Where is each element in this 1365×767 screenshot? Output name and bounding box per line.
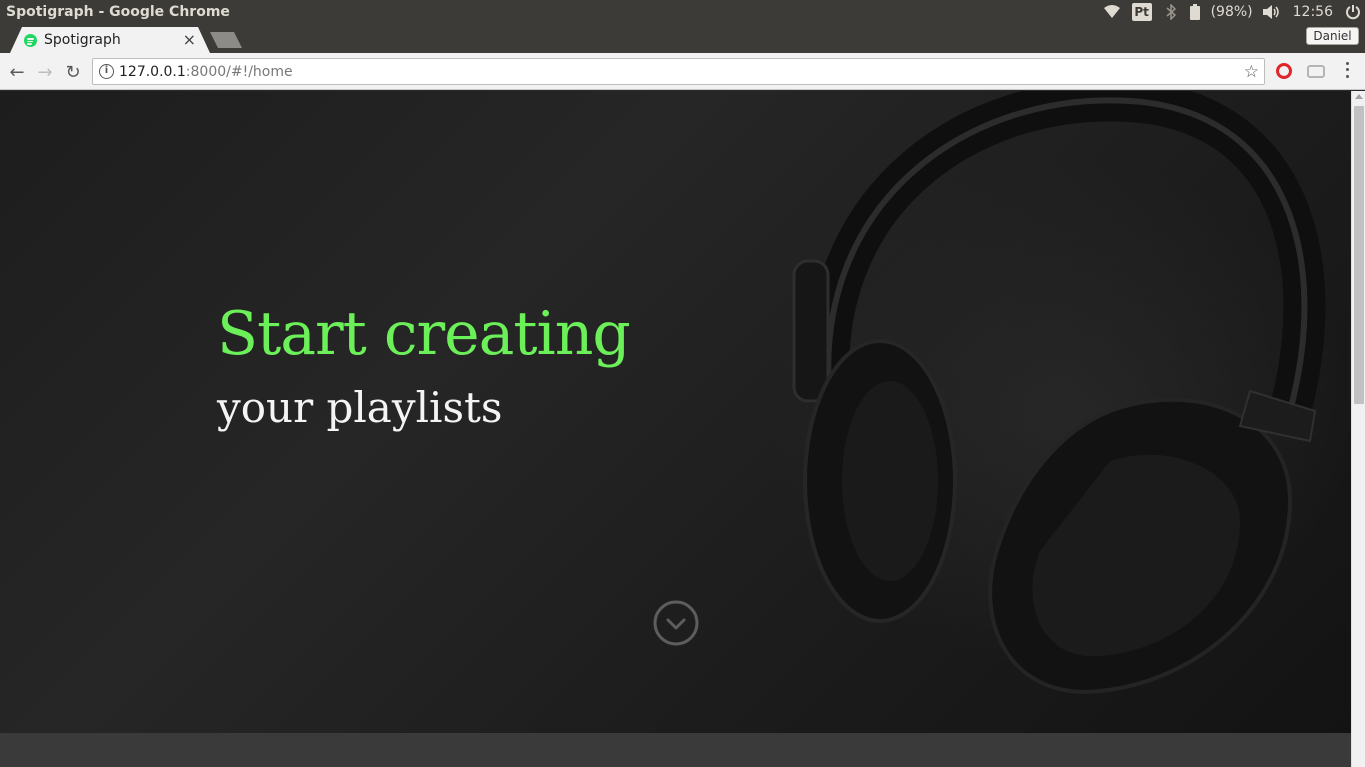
keyboard-layout-indicator[interactable]: Pt [1127, 0, 1157, 24]
window-title: Spotigraph - Google Chrome [6, 4, 230, 20]
clock[interactable]: 12:56 [1285, 0, 1341, 24]
tab-close-icon[interactable]: × [183, 30, 196, 49]
hero-title: Start creating [217, 299, 631, 369]
wifi-icon[interactable] [1097, 0, 1127, 24]
chrome-menu-icon[interactable] [1342, 60, 1352, 80]
url-path: :8000/#!/home [185, 64, 293, 80]
browser-toolbar: ← → ↻ i 127.0.0.1:8000/#!/home ☆ [0, 53, 1365, 90]
cast-extension-icon[interactable] [1307, 65, 1325, 78]
headphones-image [792, 91, 1326, 694]
system-tray: Pt (98%) 12:56 [1097, 0, 1365, 24]
battery-percentage: (98%) [1210, 4, 1253, 20]
volume-icon[interactable] [1259, 0, 1285, 24]
page-scrollbar[interactable] [1351, 91, 1365, 767]
reload-icon[interactable]: ↻ [62, 61, 84, 83]
power-icon[interactable] [1341, 0, 1365, 24]
hero-section: Start creating your playlists [0, 91, 1351, 733]
url-host: 127.0.0.1 [119, 64, 186, 80]
chevron-down-circle-icon[interactable] [652, 599, 700, 647]
address-bar[interactable]: i 127.0.0.1:8000/#!/home ☆ [92, 58, 1265, 85]
scrollbar-thumb[interactable] [1354, 106, 1364, 404]
scroll-up-arrow-icon[interactable] [1355, 94, 1363, 99]
opera-extension-icon[interactable] [1276, 63, 1292, 79]
battery-icon[interactable] [1185, 0, 1205, 24]
next-section-band [0, 733, 1351, 767]
profile-button[interactable]: Daniel [1306, 27, 1359, 45]
bookmark-star-icon[interactable]: ☆ [1244, 62, 1259, 82]
url-text[interactable]: 127.0.0.1:8000/#!/home [119, 64, 293, 80]
tab-spotigraph[interactable]: Spotigraph × [10, 27, 210, 53]
site-info-icon[interactable]: i [99, 64, 114, 79]
os-top-bar: Spotigraph - Google Chrome Pt (98%) 12:5… [0, 0, 1365, 24]
forward-arrow-icon[interactable]: → [34, 61, 56, 83]
tab-title: Spotigraph [44, 32, 121, 48]
bluetooth-icon[interactable] [1157, 0, 1185, 24]
back-arrow-icon[interactable]: ← [6, 61, 28, 83]
page-viewport: Start creating your playlists [0, 91, 1351, 767]
spotify-favicon-icon [24, 34, 37, 47]
hero-subtitle: your playlists [217, 383, 503, 432]
tab-strip: Spotigraph × Daniel [0, 24, 1365, 53]
new-tab-button[interactable] [210, 32, 242, 48]
